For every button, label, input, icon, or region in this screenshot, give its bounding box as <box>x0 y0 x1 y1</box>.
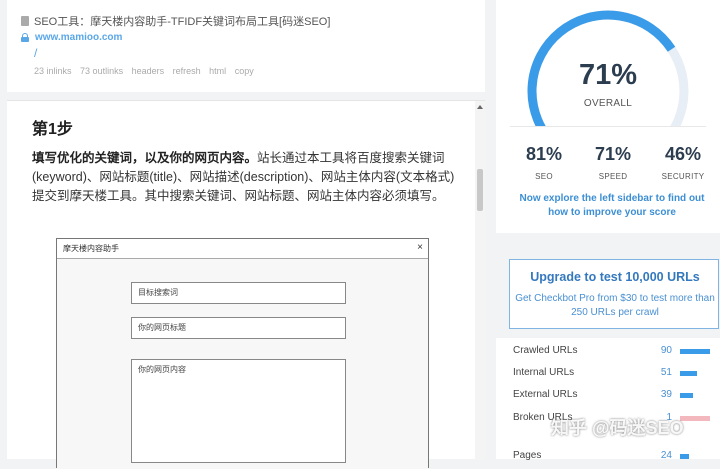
page-icon <box>21 16 29 26</box>
stat-row-external[interactable]: External URLs 39 <box>496 388 720 404</box>
article-panel: 第1步 填写优化的关键词，以及你的网页内容。站长通过本工具将百度搜索关键词(ke… <box>7 100 485 469</box>
stat-row-internal[interactable]: Internal URLs 51 <box>496 366 720 382</box>
copy-link[interactable]: copy <box>235 66 254 76</box>
outlinks-link[interactable]: 73 outlinks <box>80 66 123 76</box>
app-title: 摩天楼内容助手 <box>63 244 119 253</box>
stat-row-crawled[interactable]: Crawled URLs 90 <box>496 344 720 360</box>
score-hint: Now explore the left sidebar to find out… <box>519 193 705 218</box>
stat-bar <box>680 416 710 421</box>
upgrade-subtitle[interactable]: Get Checkbot Pro from $30 to test more t… <box>510 292 720 320</box>
lock-icon <box>21 33 29 42</box>
stat-label: Internal URLs <box>513 367 575 378</box>
url-stats-panel: Crawled URLs 90 Internal URLs 51 Externa… <box>496 338 720 461</box>
headers-link[interactable]: headers <box>132 66 165 76</box>
seo-path[interactable]: / <box>34 46 37 60</box>
seo-score: 81% <box>525 144 563 164</box>
security-label: SECURITY <box>661 172 705 181</box>
security-score: 46% <box>664 144 702 164</box>
seo-label: SEO <box>535 172 553 181</box>
inlinks-link[interactable]: 23 inlinks <box>34 66 72 76</box>
seo-url[interactable]: www.mamioo.com <box>21 32 122 43</box>
app-window-screenshot: 摩天楼内容助手 × 目标搜索词 你的网页标题 你的网页内容 <box>56 238 429 469</box>
stat-label: Crawled URLs <box>513 345 578 356</box>
seo-url-text: www.mamioo.com <box>35 32 123 43</box>
stat-row-pages[interactable]: Pages 24 <box>496 449 720 465</box>
html-link[interactable]: html <box>209 66 226 76</box>
speed-label: SPEED <box>598 172 628 181</box>
stat-bar <box>680 371 698 376</box>
step-bold-intro: 填写优化的关键词，以及你的网页内容。 <box>32 151 258 165</box>
step-text: 填写优化的关键词，以及你的网页内容。站长通过本工具将百度搜索关键词(keywor… <box>32 149 462 206</box>
watermark: 知乎 @码迷SEO <box>551 418 684 438</box>
stat-value: 39 <box>660 389 672 400</box>
title-input[interactable]: 你的网页标题 <box>131 317 346 339</box>
seo-links: 23 inlinks 73 outlinks headers refresh h… <box>34 66 260 76</box>
scrollbar[interactable] <box>475 101 485 460</box>
overall-score: 71% <box>578 59 638 91</box>
score-card: 71% OVERALL 81% SEO 71% SPEED 46% SECURI… <box>496 0 720 233</box>
stat-bar <box>680 454 689 459</box>
app-body: 目标搜索词 你的网页标题 你的网页内容 <box>57 259 428 469</box>
keyword-input[interactable]: 目标搜索词 <box>131 282 346 304</box>
upgrade-card[interactable]: Upgrade to test 10,000 URLs Get Checkbot… <box>509 259 719 329</box>
scrollbar-thumb[interactable] <box>477 169 483 211</box>
step-heading: 第1步 <box>32 121 73 138</box>
seo-info-card: SEO工具：摩天楼内容助手-TFIDF关键词布局工具[码迷SEO] www.ma… <box>7 0 485 92</box>
stat-label: External URLs <box>513 389 578 400</box>
seo-metric: 81% SEO <box>509 144 579 181</box>
refresh-link[interactable]: refresh <box>173 66 201 76</box>
stat-value: 24 <box>660 450 672 461</box>
security-metric: 46% SECURITY <box>648 144 718 181</box>
stat-bar <box>680 393 693 398</box>
stat-value: 51 <box>660 367 672 378</box>
speed-score: 71% <box>594 144 632 164</box>
upgrade-title[interactable]: Upgrade to test 10,000 URLs <box>510 270 720 284</box>
seo-page-title-text: SEO工具：摩天楼内容助手-TFIDF关键词布局工具[码迷SEO] <box>34 16 331 28</box>
divider <box>510 126 706 127</box>
close-icon[interactable]: × <box>417 242 423 253</box>
scroll-up-icon[interactable] <box>477 105 483 109</box>
seo-page-title[interactable]: SEO工具：摩天楼内容助手-TFIDF关键词布局工具[码迷SEO] <box>21 13 330 29</box>
content-textarea[interactable]: 你的网页内容 <box>131 359 346 463</box>
stat-value: 90 <box>660 345 672 356</box>
speed-metric: 71% SPEED <box>578 144 648 181</box>
overall-label: OVERALL <box>583 98 633 109</box>
stat-bar <box>680 349 710 354</box>
app-titlebar: 摩天楼内容助手 × <box>57 239 428 259</box>
stat-label: Pages <box>513 450 542 461</box>
